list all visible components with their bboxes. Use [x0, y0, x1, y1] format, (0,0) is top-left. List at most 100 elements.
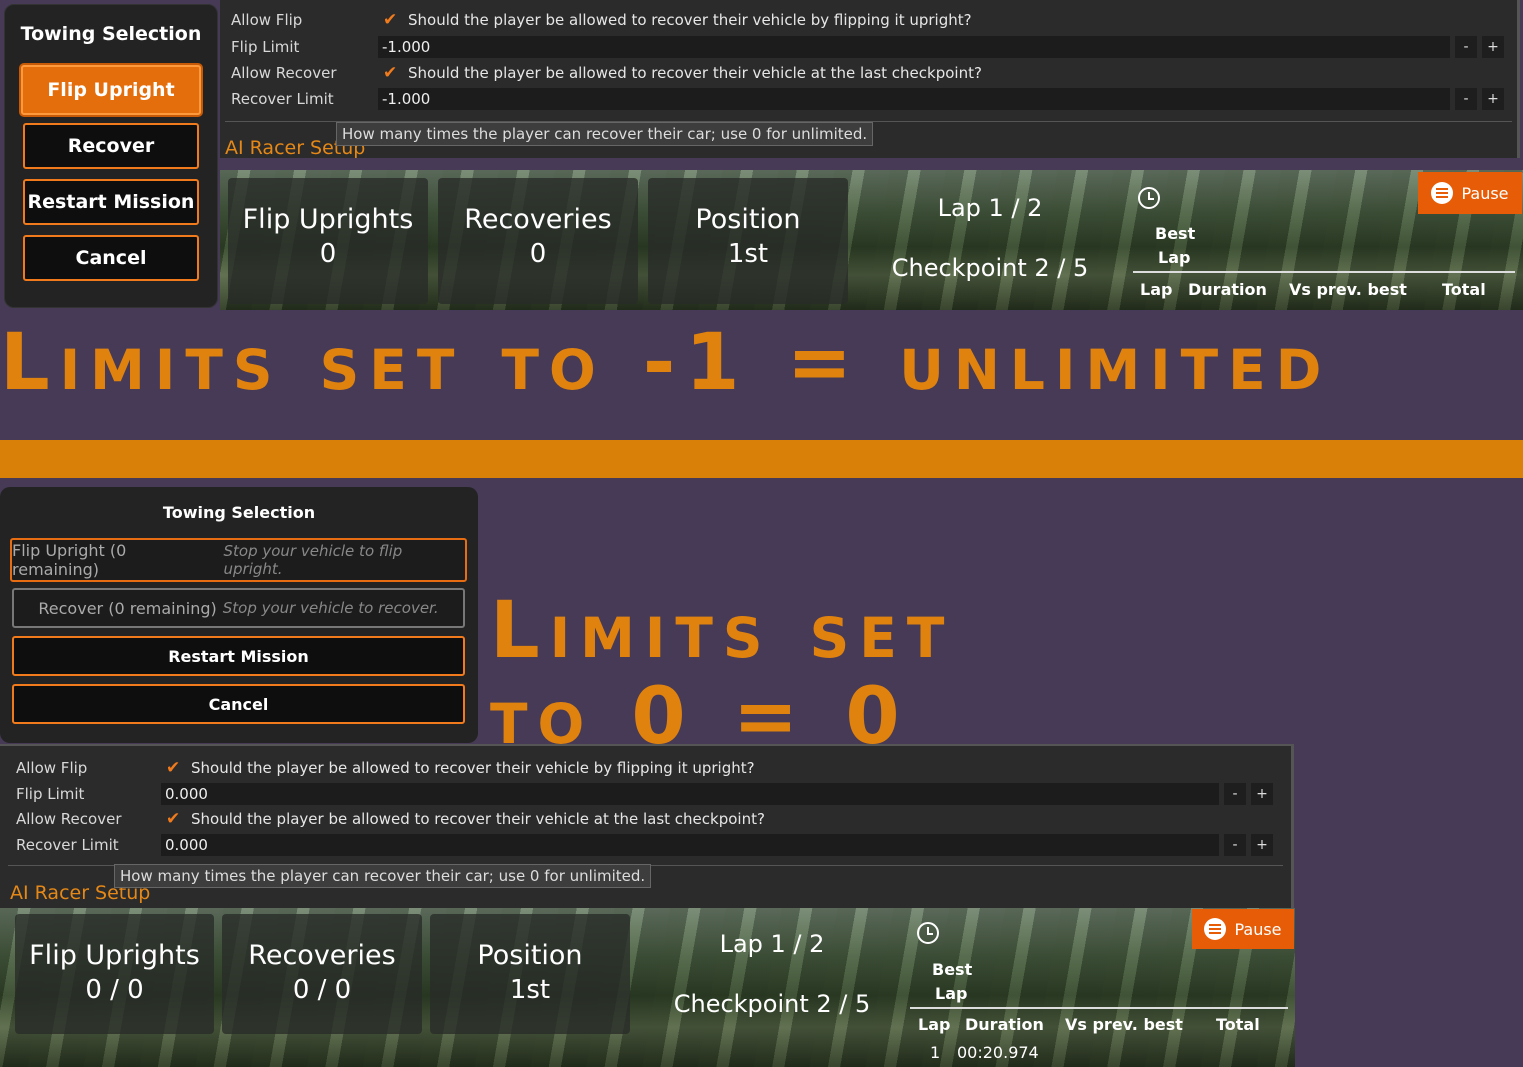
recover-limit-input[interactable]: 0.000	[161, 834, 1219, 856]
menu-icon	[1204, 918, 1227, 940]
allow-flip-checkbox[interactable]: ✔	[383, 10, 397, 30]
recover-hint: Stop your vehicle to recover.	[222, 599, 439, 617]
recoveries-card: Recoveries 0 / 0	[222, 914, 422, 1034]
flip-uprights-card: Flip Uprights 0 / 0	[15, 914, 214, 1034]
allow-recover-label: Allow Recover	[231, 64, 337, 82]
recover-limit-plus-button[interactable]: +	[1482, 88, 1504, 110]
flip-limit-minus-button[interactable]: -	[1224, 783, 1246, 805]
allow-recover-row: Allow Recover ✔ Should the player be all…	[0, 807, 1291, 831]
allow-flip-checkbox[interactable]: ✔	[166, 758, 180, 778]
position-title: Position	[477, 940, 583, 971]
dialog-title: Towing Selection	[20, 23, 202, 45]
allow-flip-row: Allow Flip ✔ Should the player be allowe…	[0, 756, 1291, 780]
col-duration: Duration	[965, 1015, 1044, 1034]
pause-label: Pause	[1461, 183, 1509, 203]
position-title: Position	[695, 204, 801, 235]
recoveries-value: 0	[529, 239, 547, 269]
allow-flip-row: Allow Flip ✔ Should the player be allowe…	[220, 8, 1517, 32]
recoveries-title: Recoveries	[464, 204, 612, 235]
position-card: Position 1st	[430, 914, 630, 1034]
allow-recover-row: Allow Recover ✔ Should the player be all…	[220, 61, 1517, 85]
lap-counter: Lap 1 / 2	[719, 930, 825, 958]
flip-limit-minus-button[interactable]: -	[1455, 36, 1477, 58]
clock-icon	[1138, 187, 1160, 209]
top-settings-panel: Allow Flip ✔ Should the player be allowe…	[220, 0, 1520, 159]
recover-label: Recover (0 remaining)	[38, 598, 217, 618]
bottom-towing-dialog: Towing Selection Flip Upright (0 remaini…	[0, 487, 478, 743]
best-label: Best	[932, 960, 973, 979]
best-lap-label: Lap	[935, 984, 968, 1003]
recover-limit-input[interactable]: -1.000	[378, 88, 1450, 110]
recoveries-card: Recoveries 0	[438, 178, 638, 304]
flip-uprights-value: 0 / 0	[85, 975, 144, 1005]
pause-button[interactable]: Pause	[1418, 172, 1522, 214]
flip-uprights-title: Flip Uprights	[242, 204, 414, 235]
bottom-settings-panel: Allow Flip ✔ Should the player be allowe…	[0, 744, 1294, 910]
bottom-hud: Flip Uprights 0 / 0 Recoveries 0 / 0 Pos…	[0, 908, 1295, 1067]
flip-upright-button[interactable]: Flip Upright (0 remaining) Stop your veh…	[10, 538, 467, 582]
col-lap: Lap	[918, 1015, 951, 1034]
allow-recover-checkbox[interactable]: ✔	[383, 63, 397, 83]
allow-flip-desc: Should the player be allowed to recover …	[408, 11, 972, 29]
dialog-title: Towing Selection	[162, 503, 316, 522]
col-vs-prev-best: Vs prev. best	[1065, 1015, 1183, 1034]
checkpoint-counter: Checkpoint 2 / 5	[891, 254, 1089, 282]
tooltip: How many times the player can recover th…	[336, 122, 874, 146]
row-lap: 1	[930, 1043, 941, 1062]
clock-icon	[917, 922, 939, 944]
position-value: 1st	[509, 975, 551, 1005]
checkpoint-counter: Checkpoint 2 / 5	[673, 990, 871, 1018]
allow-flip-label: Allow Flip	[231, 11, 303, 29]
restart-mission-button[interactable]: Restart Mission	[12, 636, 465, 676]
allow-recover-desc: Should the player be allowed to recover …	[408, 64, 982, 82]
cancel-button[interactable]: Cancel	[23, 235, 199, 281]
flip-limit-plus-button[interactable]: +	[1482, 36, 1504, 58]
caption-unlimited: Limits set to -1 = unlimited	[0, 318, 1332, 408]
recover-limit-minus-button[interactable]: -	[1455, 88, 1477, 110]
lap-counter: Lap 1 / 2	[937, 194, 1043, 222]
pause-button[interactable]: Pause	[1192, 909, 1294, 949]
recoveries-title: Recoveries	[248, 940, 396, 971]
col-total: Total	[1216, 1015, 1260, 1034]
recover-limit-label: Recover Limit	[231, 90, 334, 108]
cancel-button[interactable]: Cancel	[12, 684, 465, 724]
caption-zero-line1: Limits set	[490, 586, 955, 676]
row-duration: 00:20.974	[957, 1043, 1039, 1062]
position-card: Position 1st	[648, 178, 848, 304]
flip-uprights-title: Flip Uprights	[29, 940, 200, 971]
best-lap-label: Lap	[1158, 248, 1191, 267]
flip-limit-input[interactable]: 0.000	[161, 783, 1219, 805]
recover-limit-label: Recover Limit	[16, 836, 119, 854]
flip-upright-hint: Stop your vehicle to flip upright.	[223, 542, 403, 578]
col-duration: Duration	[1188, 280, 1267, 299]
timing-divider	[910, 1007, 1288, 1009]
pause-label: Pause	[1234, 919, 1282, 939]
allow-recover-desc: Should the player be allowed to recover …	[191, 810, 765, 828]
best-label: Best	[1155, 224, 1196, 243]
col-total: Total	[1442, 280, 1486, 299]
position-value: 1st	[727, 239, 769, 269]
recover-limit-plus-button[interactable]: +	[1251, 834, 1273, 856]
recover-limit-minus-button[interactable]: -	[1224, 834, 1246, 856]
flip-limit-label: Flip Limit	[231, 38, 300, 56]
allow-flip-label: Allow Flip	[16, 759, 88, 777]
col-lap: Lap	[1140, 280, 1173, 299]
recover-button[interactable]: Recover (0 remaining) Stop your vehicle …	[12, 588, 465, 628]
col-vs-prev-best: Vs prev. best	[1289, 280, 1407, 299]
menu-icon	[1431, 182, 1454, 204]
timing-divider	[1133, 271, 1515, 273]
tooltip: How many times the player can recover th…	[114, 864, 652, 888]
flip-upright-button[interactable]: Flip Upright	[21, 65, 201, 115]
top-hud: Flip Uprights 0 Recoveries 0 Position 1s…	[220, 170, 1523, 310]
top-towing-dialog: Towing Selection Flip Upright Recover Re…	[4, 4, 218, 308]
recoveries-value: 0 / 0	[292, 975, 352, 1005]
flip-uprights-value: 0	[319, 239, 337, 269]
flip-limit-label: Flip Limit	[16, 785, 85, 803]
recover-button[interactable]: Recover	[23, 123, 199, 169]
allow-recover-label: Allow Recover	[16, 810, 122, 828]
flip-limit-plus-button[interactable]: +	[1251, 783, 1273, 805]
flip-limit-input[interactable]: -1.000	[378, 36, 1450, 58]
allow-recover-checkbox[interactable]: ✔	[166, 809, 180, 829]
restart-mission-button[interactable]: Restart Mission	[23, 179, 199, 225]
flip-upright-label: Flip Upright (0 remaining)	[12, 541, 127, 579]
